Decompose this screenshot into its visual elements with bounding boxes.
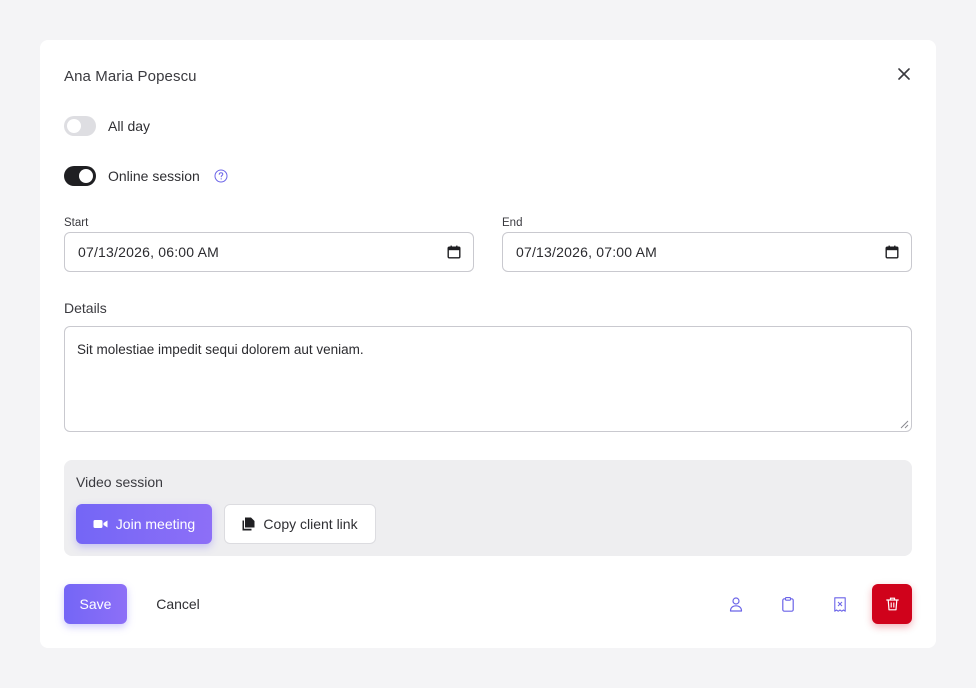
save-button[interactable]: Save (64, 584, 127, 624)
join-meeting-button[interactable]: Join meeting (76, 504, 212, 544)
client-profile-button[interactable] (724, 592, 748, 616)
copy-client-link-label: Copy client link (263, 516, 358, 532)
toggle-knob (67, 119, 81, 133)
all-day-toggle[interactable] (64, 116, 96, 136)
calendar-icon[interactable] (447, 245, 461, 259)
details-label: Details (64, 300, 107, 316)
details-text: Sit molestiae impedit sequi dolorem aut … (77, 342, 364, 357)
start-datetime-value: 07/13/2026, 06:00 AM (78, 244, 219, 260)
resize-grip-icon[interactable] (900, 420, 909, 429)
end-datetime-input[interactable]: 07/13/2026, 07:00 AM (502, 232, 912, 272)
copy-client-link-button[interactable]: Copy client link (224, 504, 376, 544)
end-label: End (502, 217, 523, 229)
cancel-button[interactable]: Cancel (140, 584, 216, 624)
dialog-title: Ana Maria Popescu (64, 68, 197, 85)
start-label: Start (64, 217, 89, 229)
all-day-label: All day (108, 118, 151, 134)
invoice-button[interactable] (828, 592, 852, 616)
details-textarea[interactable]: Sit molestiae impedit sequi dolorem aut … (64, 326, 912, 432)
person-icon (729, 596, 743, 612)
all-day-row: All day (64, 116, 150, 136)
question-circle-icon[interactable] (214, 169, 228, 183)
end-datetime-value: 07/13/2026, 07:00 AM (516, 244, 657, 260)
toggle-knob (79, 169, 93, 183)
online-session-toggle[interactable] (64, 166, 96, 186)
notes-button[interactable] (776, 592, 800, 616)
join-meeting-label: Join meeting (115, 516, 196, 532)
delete-button[interactable] (872, 584, 912, 624)
online-session-row: Online session (64, 166, 228, 186)
close-icon (898, 68, 910, 80)
copy-icon (242, 517, 255, 531)
appointment-dialog: Ana Maria Popescu All day Online session… (40, 40, 936, 648)
video-session-title: Video session (76, 474, 163, 490)
calendar-icon[interactable] (885, 245, 899, 259)
video-session-panel: Video session Join meeting Copy client l… (64, 460, 912, 556)
start-datetime-input[interactable]: 07/13/2026, 06:00 AM (64, 232, 474, 272)
online-session-label: Online session (108, 168, 200, 184)
clipboard-icon (782, 596, 794, 612)
receipt-icon (834, 596, 846, 612)
close-button[interactable] (894, 64, 914, 84)
video-camera-icon (93, 520, 108, 528)
trash-icon (885, 597, 899, 611)
